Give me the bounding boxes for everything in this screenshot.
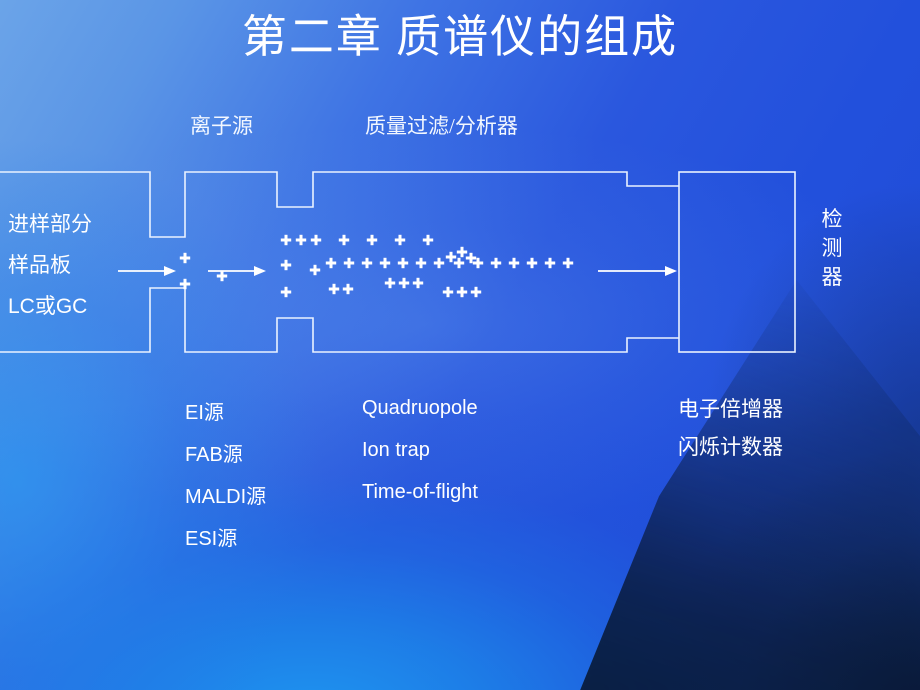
inlet-arrow-head (164, 266, 176, 276)
ion-plus (216, 270, 228, 282)
ion-plus (398, 277, 410, 289)
schematic-bottom-outline (0, 287, 679, 353)
list-item: 电子倍增器 (678, 397, 783, 421)
ion-plus (343, 257, 355, 269)
ion-plus (453, 257, 465, 269)
slide-canvas: 第二章 质谱仪的组成 离子源 质量过滤/分析器 进样部分 样品板 LC或GC 检… (0, 0, 920, 690)
ion-plus (280, 234, 292, 246)
ion-plus (309, 264, 321, 276)
ion-plus (280, 259, 292, 271)
ion-plus (456, 246, 468, 258)
list-item: ESI源 (185, 528, 238, 550)
ion-cloud (179, 234, 574, 298)
source-arrow-head (254, 266, 266, 276)
list-item: Ion trap (362, 439, 430, 461)
ion-plus (508, 257, 520, 269)
column-analyzers: Quadruopole Ion trap Time-of-flight (362, 387, 478, 513)
list-item: FAB源 (185, 444, 243, 466)
ion-plus (412, 277, 424, 289)
ion-plus (422, 234, 434, 246)
ion-plus (490, 257, 502, 269)
detector-box (678, 171, 796, 353)
ion-plus (397, 257, 409, 269)
column-detectors: 电子倍增器 闪烁计数器 (678, 390, 783, 466)
mass-spectrometer-schematic (0, 171, 796, 353)
ion-plus (456, 286, 468, 298)
detector-arrow-head (665, 266, 677, 276)
ion-plus (342, 283, 354, 295)
ion-plus (526, 257, 538, 269)
ion-plus (562, 257, 574, 269)
ion-plus (384, 277, 396, 289)
ion-plus (470, 286, 482, 298)
ion-plus (442, 286, 454, 298)
ion-plus (280, 286, 292, 298)
ion-plus (394, 234, 406, 246)
list-item: Quadruopole (362, 397, 478, 419)
schematic-top-outline (0, 171, 679, 238)
ion-plus (310, 234, 322, 246)
column-ion-sources: EI源 FAB源 MALDI源 ESI源 (185, 392, 266, 560)
list-item: EI源 (185, 402, 224, 424)
ion-plus (433, 257, 445, 269)
ion-plus (361, 257, 373, 269)
ion-plus (328, 283, 340, 295)
ion-plus (544, 257, 556, 269)
ion-plus (338, 234, 350, 246)
ion-plus (295, 234, 307, 246)
ion-plus (366, 234, 378, 246)
ion-plus (379, 257, 391, 269)
flow-arrows (118, 266, 677, 276)
list-item: 闪烁计数器 (678, 435, 783, 459)
list-item: MALDI源 (185, 486, 267, 508)
ion-plus (325, 257, 337, 269)
list-item: Time-of-flight (362, 481, 478, 503)
ion-plus (179, 252, 191, 264)
ion-plus (445, 251, 457, 263)
ion-plus (415, 257, 427, 269)
